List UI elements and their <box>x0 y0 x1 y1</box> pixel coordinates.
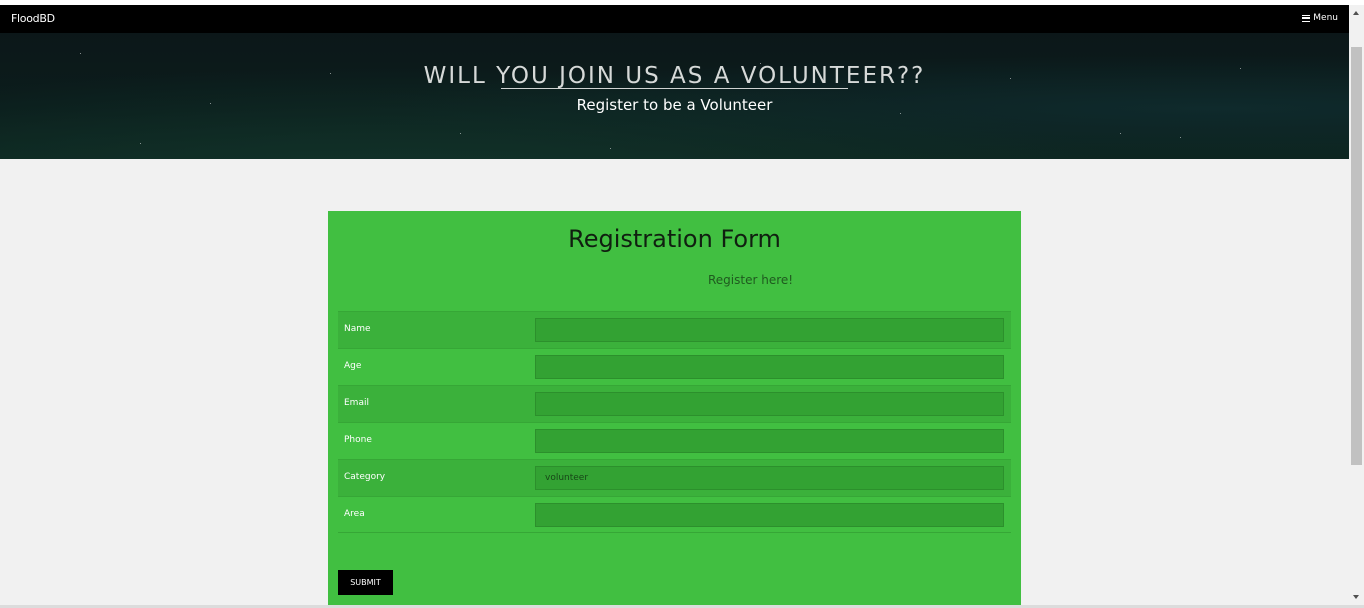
category-label: Category <box>344 472 386 482</box>
name-field[interactable] <box>535 318 1004 342</box>
form-row-age: Age <box>338 348 1011 385</box>
hero-title: WILL YOU JOIN US AS A VOLUNTEER?? <box>423 63 926 90</box>
submit-button[interactable]: SUBMIT <box>338 570 393 595</box>
menu-button[interactable]: Menu <box>1302 13 1338 23</box>
hero-divider <box>501 88 848 89</box>
brand-logo[interactable]: FloodBD <box>11 12 55 25</box>
page-viewport: FloodBD Menu WILL YOU JOIN US AS A VOLUN… <box>0 5 1349 605</box>
age-field[interactable] <box>535 355 1004 379</box>
form-row-category: Category <box>338 459 1011 496</box>
age-label: Age <box>344 361 362 371</box>
category-field[interactable] <box>535 466 1004 490</box>
form-row-email: Email <box>338 385 1011 422</box>
vertical-scrollbar[interactable] <box>1349 5 1364 605</box>
area-label: Area <box>344 509 365 519</box>
form-row-area: Area <box>338 496 1011 533</box>
top-navbar: FloodBD Menu <box>0 5 1349 33</box>
form-title: Registration Form <box>568 225 781 253</box>
form-row-name: Name <box>338 311 1011 348</box>
email-label: Email <box>344 398 369 408</box>
form-subtitle: Register here! <box>708 273 794 287</box>
phone-label: Phone <box>344 435 372 445</box>
scroll-up-arrow-icon[interactable] <box>1353 11 1359 15</box>
area-field[interactable] <box>535 503 1004 527</box>
hero-subtitle: Register to be a Volunteer <box>576 96 773 114</box>
phone-field[interactable] <box>535 429 1004 453</box>
registration-form-panel: Registration Form Register here! Name Ag… <box>328 211 1021 605</box>
menu-label: Menu <box>1313 13 1338 23</box>
form-fields-table: Name Age Email Phone Category Area <box>338 311 1011 533</box>
hamburger-icon <box>1302 14 1311 22</box>
name-label: Name <box>344 324 371 334</box>
hero-banner: WILL YOU JOIN US AS A VOLUNTEER?? Regist… <box>0 33 1349 159</box>
email-field[interactable] <box>535 392 1004 416</box>
scroll-down-arrow-icon[interactable] <box>1353 595 1359 599</box>
form-row-phone: Phone <box>338 422 1011 459</box>
scrollbar-thumb[interactable] <box>1351 47 1362 465</box>
